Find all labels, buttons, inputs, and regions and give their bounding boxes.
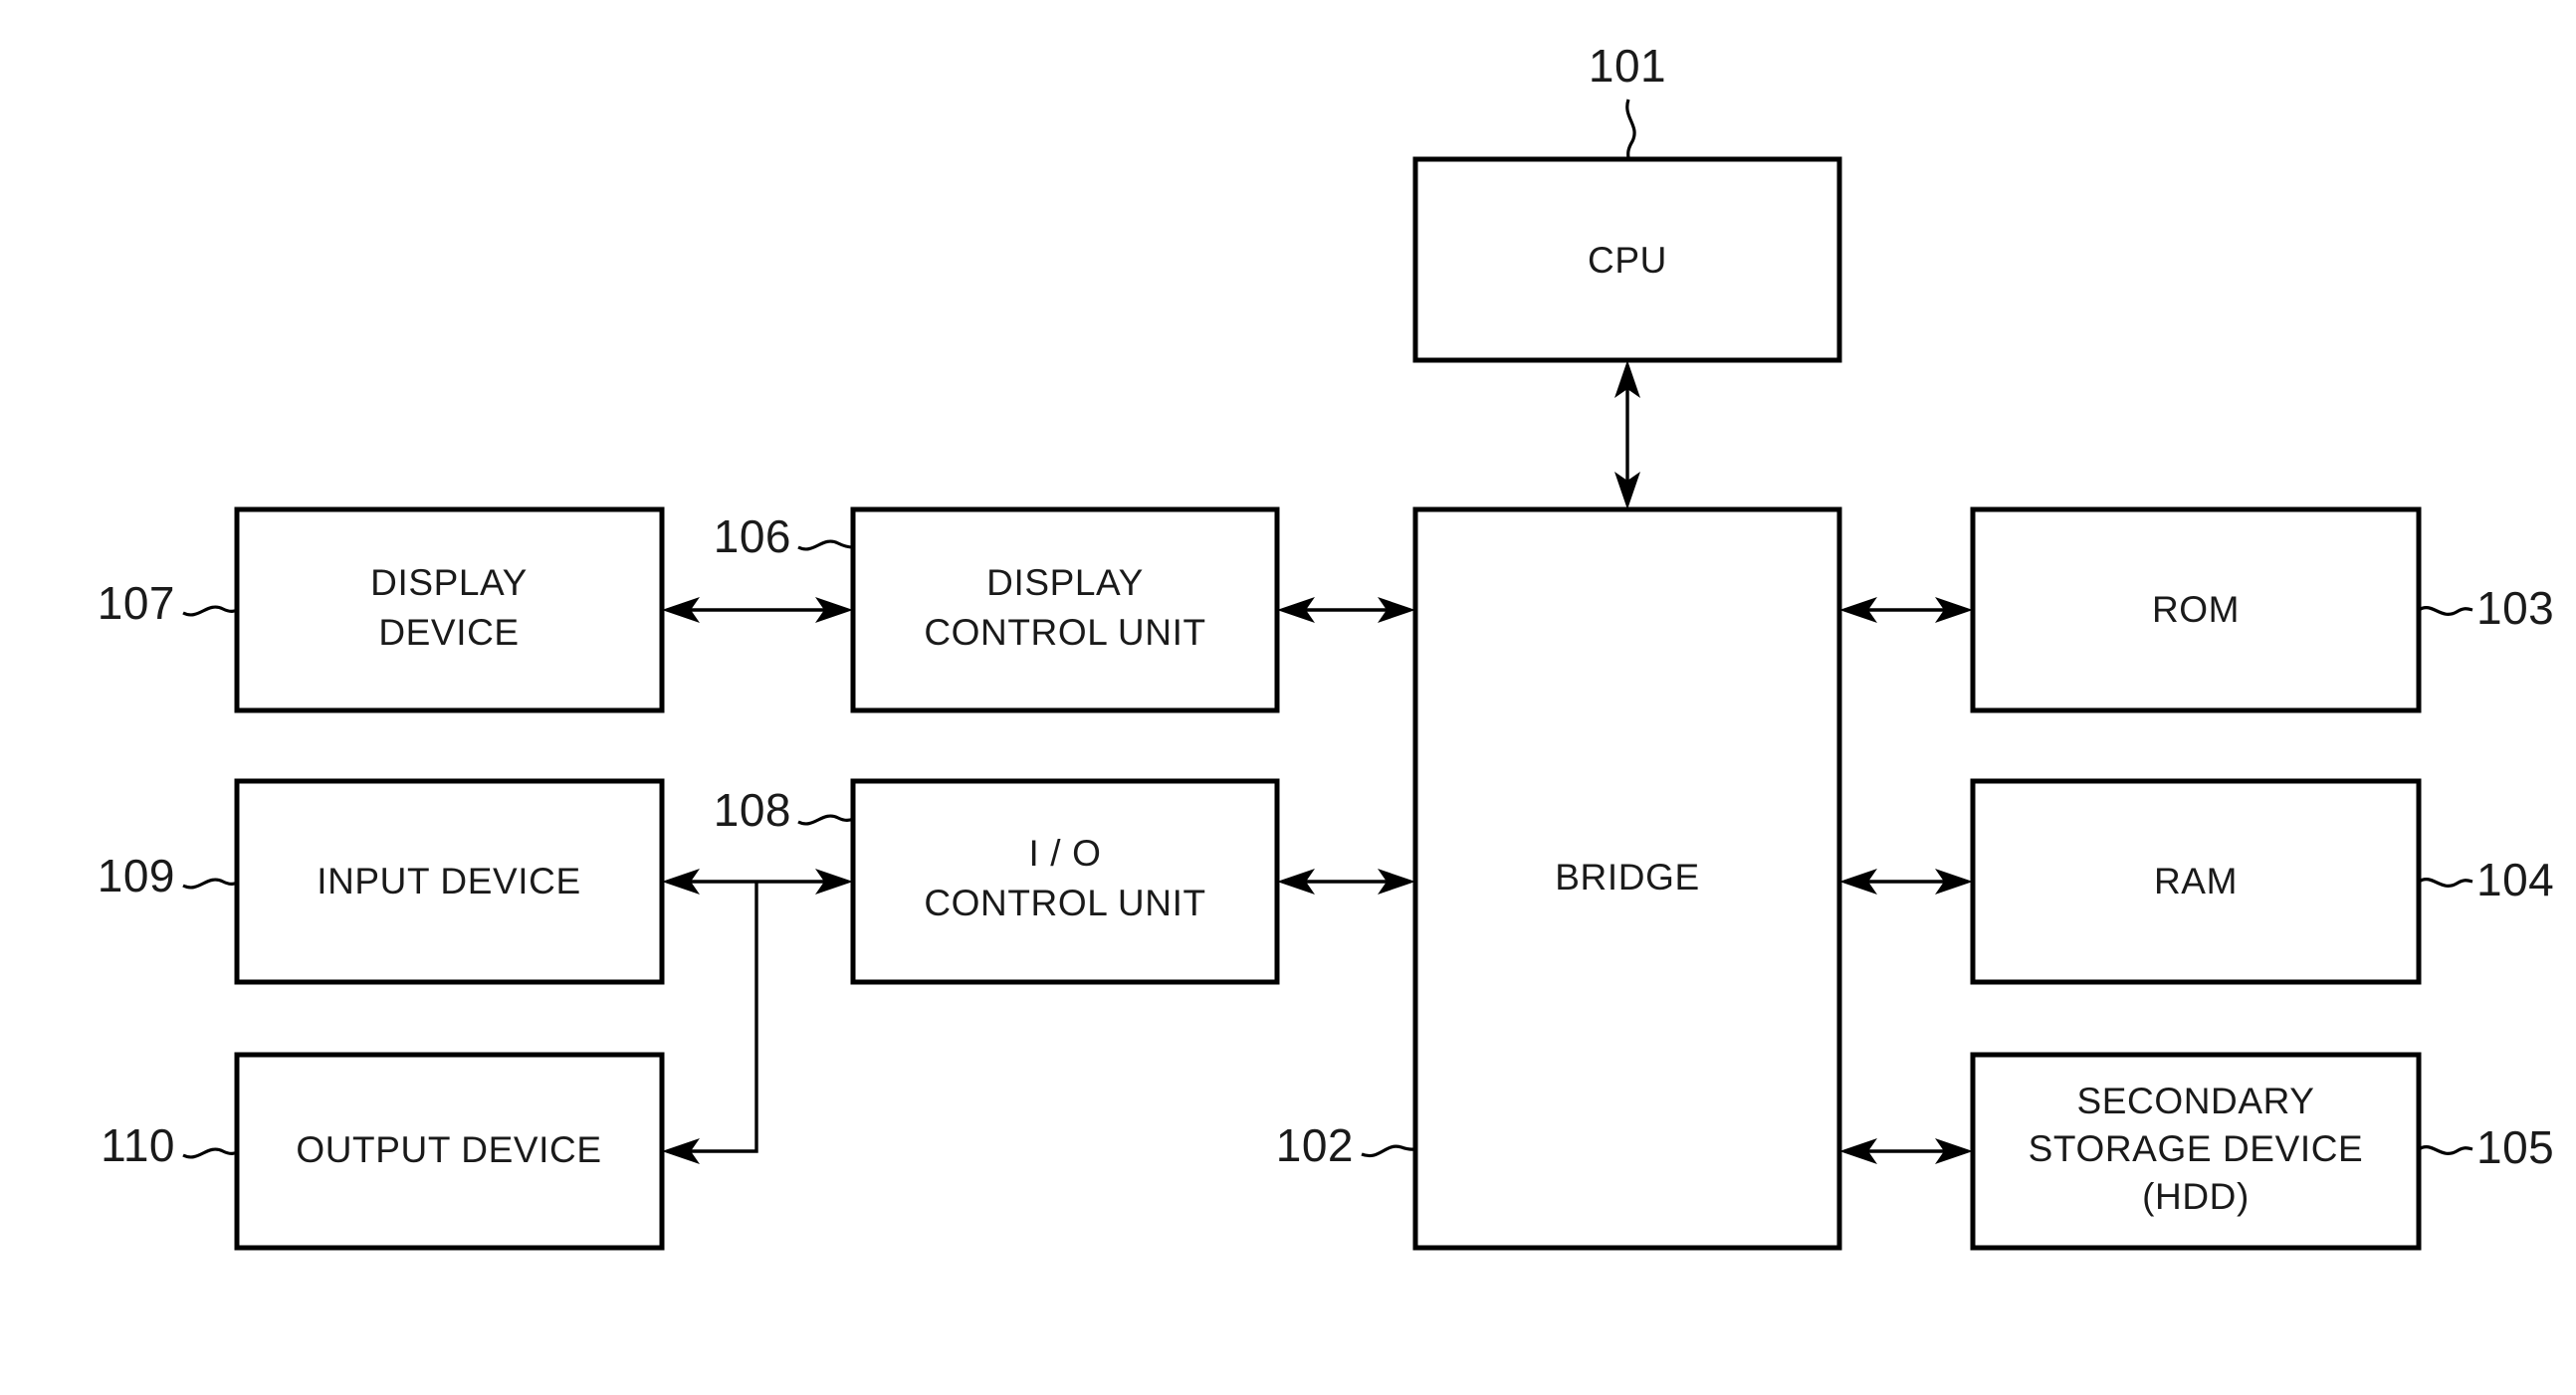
ref-number-101: 101 [1589, 40, 1666, 92]
connector-ioctrl-bridge [1277, 869, 1415, 895]
ref-number-108: 108 [714, 784, 791, 836]
leader-line-101 [1625, 99, 1636, 160]
display-control-unit-box [850, 506, 1280, 713]
block-display-control-unit: DISPLAY CONTROL UNIT [850, 506, 1280, 713]
leader-line-102 [1361, 1144, 1416, 1158]
leader-line-109 [182, 878, 238, 890]
ref-number-102: 102 [1276, 1119, 1354, 1171]
connector-bridge-secondary-storage [1839, 1138, 1973, 1164]
display-control-unit-label-line2: CONTROL UNIT [924, 612, 1205, 653]
connector-bridge-ram [1839, 869, 1973, 895]
secondary-storage-label-line3: (HDD) [2142, 1176, 2250, 1217]
block-diagram-figure: CPU 101 BRIDGE 102 ROM 103 RAM 104 SECON… [0, 0, 2576, 1395]
bridge-label: BRIDGE [1555, 857, 1699, 897]
ref-number-110: 110 [101, 1119, 175, 1171]
cpu-label: CPU [1588, 240, 1667, 281]
block-rom: ROM [1970, 506, 2422, 713]
leader-line-105 [2418, 1145, 2473, 1155]
leader-line-108 [797, 814, 854, 826]
block-ram: RAM [1970, 778, 2422, 985]
block-io-control-unit: I / O CONTROL UNIT [850, 778, 1280, 985]
connector-ioctrl-outputdev [662, 882, 758, 1164]
input-device-label: INPUT DEVICE [317, 861, 581, 901]
ref-number-103: 103 [2476, 582, 2554, 634]
display-control-unit-label-line1: DISPLAY [986, 562, 1144, 603]
block-input-device: INPUT DEVICE [234, 778, 665, 985]
connector-bridge-rom [1839, 597, 1973, 623]
secondary-storage-label-line2: STORAGE DEVICE [2029, 1128, 2364, 1169]
leader-line-107 [182, 605, 238, 617]
leader-line-106 [797, 539, 854, 551]
diagram-canvas: CPU 101 BRIDGE 102 ROM 103 RAM 104 SECON… [98, 40, 2554, 1251]
block-secondary-storage: SECONDARY STORAGE DEVICE (HDD) [1970, 1052, 2422, 1251]
output-device-label: OUTPUT DEVICE [296, 1129, 601, 1170]
block-display-device: DISPLAY DEVICE [234, 506, 665, 713]
ref-number-107: 107 [98, 577, 175, 629]
connector-cpu-bridge [1614, 360, 1640, 509]
ref-number-105: 105 [2476, 1121, 2554, 1173]
block-bridge: BRIDGE [1412, 506, 1842, 1251]
leader-line-104 [2418, 878, 2473, 888]
display-device-label-line2: DEVICE [378, 612, 519, 653]
ram-label: RAM [2154, 861, 2238, 901]
ref-number-106: 106 [714, 510, 791, 562]
ref-number-109: 109 [98, 850, 175, 901]
display-device-box [234, 506, 665, 713]
leader-line-103 [2418, 606, 2473, 616]
block-cpu: CPU [1412, 156, 1842, 363]
display-device-label-line1: DISPLAY [370, 562, 528, 603]
ref-number-104: 104 [2476, 854, 2554, 905]
block-output-device: OUTPUT DEVICE [234, 1052, 665, 1251]
connector-ioctrl-outputdev-path [681, 882, 758, 1153]
io-control-unit-label-line2: CONTROL UNIT [924, 883, 1205, 923]
leader-line-110 [182, 1147, 238, 1159]
secondary-storage-label-line1: SECONDARY [2076, 1081, 2314, 1121]
connector-displaydev-displayctrl [662, 597, 853, 623]
rom-label: ROM [2152, 589, 2240, 630]
io-control-unit-label-line1: I / O [1029, 833, 1102, 874]
connector-displayctrl-bridge [1277, 597, 1415, 623]
